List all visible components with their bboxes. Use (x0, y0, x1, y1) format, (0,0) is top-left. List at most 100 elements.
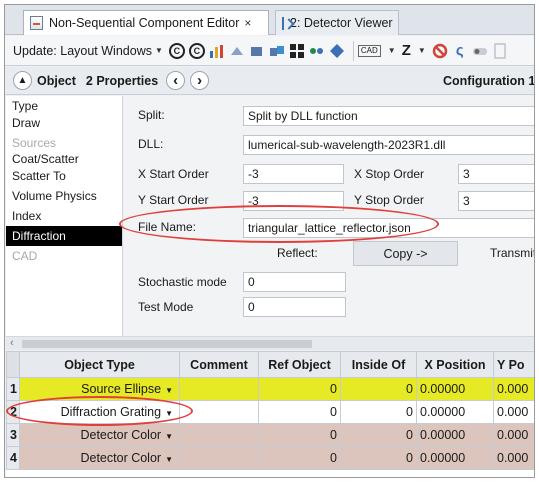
x-position-cell[interactable]: 0.00000 (416, 377, 494, 401)
inside-of-cell[interactable]: 0 (340, 446, 417, 470)
object-grid: Object Type Comment Ref Object Inside Of… (6, 351, 534, 477)
previous-object-button[interactable]: ‹ (166, 71, 186, 90)
table-header-row: Object Type Comment Ref Object Inside Of… (6, 351, 534, 378)
nav-item-coat-scatter[interactable]: Coat/Scatter (6, 153, 122, 166)
ref-object-cell[interactable]: 0 (258, 400, 341, 424)
y-start-order-field[interactable]: -3 (243, 191, 344, 211)
z-icon[interactable]: Z (402, 42, 411, 59)
split-field[interactable]: Split by DLL function (243, 106, 534, 126)
chevron-down-icon[interactable]: ▼ (165, 432, 173, 441)
cad-icon[interactable]: CAD (357, 44, 381, 57)
refresh-icon[interactable]: C (168, 42, 185, 59)
nav-item-diffraction[interactable]: Diffraction (6, 226, 122, 246)
nav-item-volume-physics[interactable]: Volume Physics (6, 186, 122, 206)
object-table: Object Type Comment Ref Object Inside Of… (6, 351, 534, 470)
no-entry-icon[interactable] (432, 43, 448, 59)
file-name-field[interactable]: triangular_lattice_reflector.json (243, 218, 534, 238)
panel-icon[interactable] (492, 42, 508, 59)
inside-of-cell[interactable]: 0 (340, 423, 417, 447)
chart-icon[interactable] (209, 43, 225, 59)
ref-object-cell[interactable]: 0 (258, 446, 341, 470)
row-number[interactable]: 1 (6, 377, 20, 401)
reflect-label: Reflect: (277, 246, 318, 260)
scroll-left-icon[interactable]: ‹ (10, 337, 14, 349)
stochastic-mode-field[interactable]: 0 (243, 272, 346, 292)
object-type-cell[interactable]: Detector Color ▼ (19, 423, 180, 447)
dots-icon[interactable] (309, 43, 325, 59)
next-object-button[interactable]: › (190, 71, 210, 90)
nav-item-scatter-to[interactable]: Scatter To (6, 166, 122, 186)
object-group-icon[interactable] (269, 43, 285, 59)
ray-trace-icon[interactable] (229, 43, 245, 59)
ref-object-cell[interactable]: 0 (258, 423, 341, 447)
split-label: Split: (138, 108, 165, 122)
row-number[interactable]: 2 (6, 400, 20, 424)
toggle-icon[interactable] (472, 43, 488, 59)
row-number[interactable]: 3 (6, 423, 20, 447)
comment-cell[interactable] (179, 377, 259, 401)
column-header-object-type[interactable]: Object Type (19, 351, 180, 378)
nav-item-draw[interactable]: Draw (6, 113, 122, 133)
tab-label: 2: Detector Viewer (290, 16, 393, 30)
object-type-cell[interactable]: Detector Color ▼ (19, 446, 180, 470)
chevron-down-icon[interactable]: ▼ (418, 46, 426, 55)
dll-label: DLL: (138, 137, 164, 151)
object-type-cell[interactable]: Source Ellipse ▼ (19, 377, 180, 401)
ref-object-cell[interactable]: 0 (258, 377, 341, 401)
column-header-ref-object[interactable]: Ref Object (258, 351, 341, 378)
chevron-down-icon[interactable]: ▼ (388, 46, 396, 55)
column-header-comment[interactable]: Comment (179, 351, 259, 378)
scrollbar-thumb[interactable] (22, 340, 312, 348)
table-row[interactable]: 3 Detector Color ▼ 0 0 0.00000 0.000 (6, 423, 534, 447)
object-icon[interactable] (249, 43, 265, 59)
column-header-inside-of[interactable]: Inside Of (340, 351, 417, 378)
refresh-all-icon[interactable]: C (188, 42, 205, 59)
comment-cell[interactable] (179, 423, 259, 447)
shape-icon[interactable] (329, 43, 345, 59)
tab-detector-viewer[interactable]: 2: Detector Viewer (275, 10, 399, 35)
diffraction-properties-pane: Split: Split by DLL function DLL: lumeri… (124, 96, 534, 336)
tab-nsc-editor[interactable]: Non-Sequential Component Editor × (23, 10, 269, 35)
x-stop-order-field[interactable]: 3 (458, 164, 534, 184)
close-icon[interactable]: × (244, 16, 251, 30)
table-row[interactable]: 2 Diffraction Grating ▼ 0 0 0.00000 0.000 (6, 400, 534, 424)
update-dropdown[interactable]: Update: Layout Windows ▼ (13, 44, 163, 58)
table-row[interactable]: 4 Detector Color ▼ 0 0 0.00000 0.000 (6, 446, 534, 470)
dll-field[interactable]: lumerical-sub-wavelength-2023R1.dll (243, 135, 534, 155)
chevron-down-icon[interactable]: ▼ (165, 409, 173, 418)
inside-of-cell[interactable]: 0 (340, 400, 417, 424)
file-name-label: File Name: (138, 220, 197, 234)
object-type-cell[interactable]: Diffraction Grating ▼ (19, 400, 180, 424)
nav-item-sources: Sources (12, 136, 57, 150)
collapse-button[interactable]: ▲ (13, 71, 32, 90)
chevron-down-icon[interactable]: ▼ (165, 455, 173, 464)
y-position-cell[interactable]: 0.000 (493, 423, 534, 447)
x-position-cell[interactable]: 0.00000 (416, 446, 494, 470)
property-category-list: Type Draw Sources Coat/Scatter Scatter T… (6, 96, 123, 336)
column-header-y-position[interactable]: Y Po (493, 351, 534, 378)
test-mode-field[interactable]: 0 (243, 297, 346, 317)
editor-window: Non-Sequential Component Editor × 2: Det… (4, 4, 535, 478)
grid-icon[interactable] (289, 43, 305, 59)
c-arrow-icon[interactable]: ς (452, 42, 468, 59)
x-position-cell[interactable]: 0.00000 (416, 423, 494, 447)
y-position-cell[interactable]: 0.000 (493, 446, 534, 470)
y-stop-order-field[interactable]: 3 (458, 191, 534, 211)
inside-of-cell[interactable]: 0 (340, 377, 417, 401)
comment-cell[interactable] (179, 446, 259, 470)
detector-icon (282, 16, 284, 30)
comment-cell[interactable] (179, 400, 259, 424)
row-number[interactable]: 4 (6, 446, 20, 470)
horizontal-scrollbar[interactable]: ‹ (6, 336, 534, 350)
chevron-down-icon[interactable]: ▼ (165, 386, 173, 395)
copy-button[interactable]: Copy -> (353, 241, 458, 266)
column-header-x-position[interactable]: X Position (416, 351, 494, 378)
grid-corner[interactable] (6, 351, 20, 378)
y-position-cell[interactable]: 0.000 (493, 377, 534, 401)
y-position-cell[interactable]: 0.000 (493, 400, 534, 424)
nav-item-type[interactable]: Type (6, 100, 122, 113)
x-position-cell[interactable]: 0.00000 (416, 400, 494, 424)
nav-item-index[interactable]: Index (6, 206, 122, 226)
table-row[interactable]: 1 Source Ellipse ▼ 0 0 0.00000 0.000 (6, 377, 534, 401)
x-start-order-field[interactable]: -3 (243, 164, 344, 184)
